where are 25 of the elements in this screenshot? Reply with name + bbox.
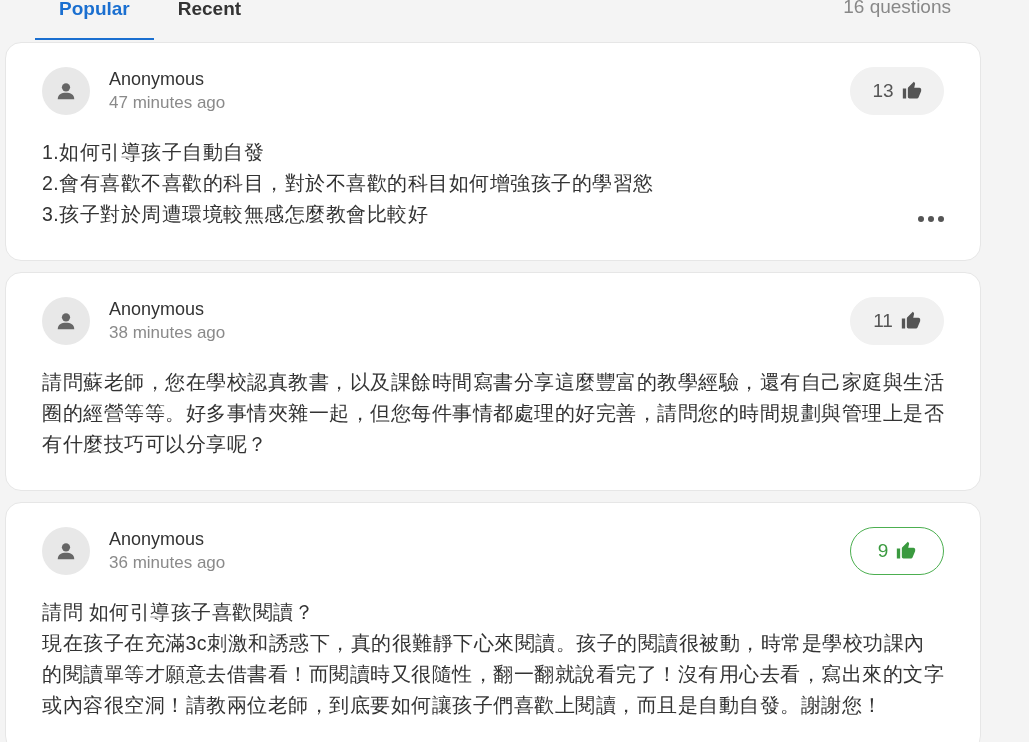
tab[interactable]: Popular <box>35 0 154 40</box>
tab[interactable]: Recent <box>153 0 266 40</box>
question-text: 2.會有喜歡不喜歡的科目，對於不喜歡的科目如何增強孩子的學習慾 <box>42 171 654 196</box>
avatar-icon <box>42 297 90 345</box>
like-button[interactable]: 13 <box>850 67 944 115</box>
thumbs-up-icon <box>901 81 922 101</box>
like-button[interactable]: 11 <box>850 297 944 345</box>
question-text: 1.如何引導孩子自動自發 <box>42 140 265 165</box>
like-button[interactable]: 9 <box>850 527 944 575</box>
post-time: 38 minutes ago <box>109 323 227 343</box>
question-text: 3.孩子對於周遭環境較無感怎麼教會比較好 <box>42 202 429 227</box>
author-name: Anonymous <box>109 69 206 90</box>
author-name: Anonymous <box>109 299 206 320</box>
post-time: 47 minutes ago <box>109 93 227 113</box>
thumbs-up-icon <box>900 311 921 331</box>
more-options-icon[interactable] <box>918 216 944 222</box>
author-name: Anonymous <box>109 529 206 550</box>
thumbs-up-icon <box>896 541 917 561</box>
question-text: 請問 如何引導孩子喜歡閱讀？ <box>42 600 315 625</box>
question-text: 現在孩子在充滿3c刺激和誘惑下，真的很難靜下心來閱讀。孩子的閱讀很被動，時常是學校功課內的閱讀單等才願意去借書看！而閱讀時又很隨性，翻一翻就說看完了！沒有用心去看，寫出來的文字或內容很空洞！請教兩位老師，到底要如何讓孩子們喜歡上閱讀，而且是自動自發。謝謝您！ <box>42 631 944 718</box>
question-count: 16 questions <box>843 0 951 15</box>
post-time: 36 minutes ago <box>109 553 227 573</box>
avatar-icon <box>42 527 90 575</box>
avatar-icon <box>42 67 90 115</box>
question-text: 請問蘇老師，您在學校認真教書，以及課餘時間寫書分享這麼豐富的教學經驗，還有自己家庭與生活圈的經營等等。好多事情夾雜一起，但您每件事情都處理的好完善，請問您的時間規劃與管理上是否有什麼技巧可以分享呢？ <box>42 370 944 457</box>
